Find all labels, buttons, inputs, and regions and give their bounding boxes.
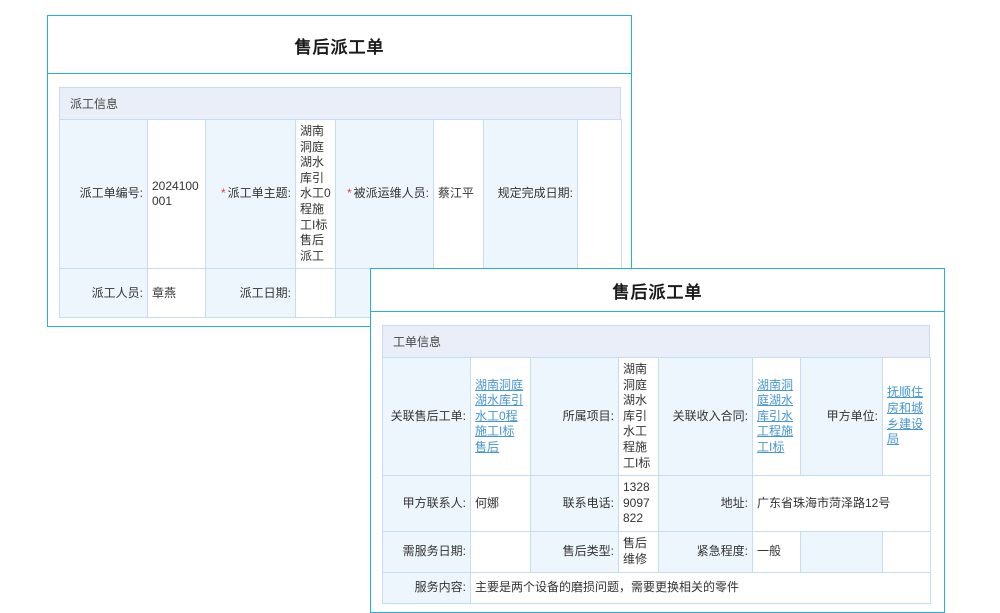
field-value-dispatcher: 章燕 — [148, 269, 206, 318]
field-label-urgency: 紧急程度: — [659, 531, 753, 572]
panel-title: 售后派工单 — [371, 269, 944, 312]
field-label-client-unit: 甲方单位: — [801, 358, 883, 476]
field-label-required-finish-date: 规定完成日期: — [484, 120, 578, 269]
table-row: 关联售后工单: 湖南洞庭湖水库引水工0程施工I标售后 所属项目: 湖南洞庭湖水库… — [383, 358, 931, 476]
panel-title: 售后派工单 — [48, 16, 631, 74]
field-value-assigned-staff: 蔡江平 — [434, 120, 484, 269]
field-value-related-service-order: 湖南洞庭湖水库引水工0程施工I标售后 — [471, 358, 531, 476]
field-label-related-service-order: 关联售后工单: — [383, 358, 471, 476]
section-header-dispatch-info: 派工信息 — [59, 87, 621, 120]
field-value-client-unit: 抚顺住房和城乡建设局 — [883, 358, 931, 476]
field-label-service-type: 售后类型: — [531, 531, 619, 572]
field-value-dispatch-date — [296, 269, 336, 318]
field-value-contact-phone: 13289097822 — [619, 476, 659, 532]
field-label-service-content: 服务内容: — [383, 572, 471, 603]
field-label-client-contact: 甲方联系人: — [383, 476, 471, 532]
field-label-empty — [801, 531, 883, 572]
field-label-project: 所属项目: — [531, 358, 619, 476]
section-header-workorder-info: 工单信息 — [382, 325, 930, 358]
page-root: { "colors": { "panel_border": "#27aee0",… — [0, 0, 1000, 600]
field-value-dispatch-no: 2024100001 — [148, 120, 206, 269]
field-value-service-date — [471, 531, 531, 572]
table-row: 服务内容: 主要是两个设备的磨损问题，需要更换相关的零件 — [383, 572, 931, 603]
field-value-urgency: 一般 — [753, 531, 801, 572]
field-label-assigned-staff: *被派运维人员: — [336, 120, 434, 269]
table-row: 甲方联系人: 何娜 联系电话: 13289097822 地址: 广东省珠海市菏泽… — [383, 476, 931, 532]
client-unit-link[interactable]: 抚顺住房和城乡建设局 — [887, 385, 923, 446]
field-value-client-contact: 何娜 — [471, 476, 531, 532]
field-value-required-finish-date — [578, 120, 622, 269]
required-mark: * — [347, 186, 352, 200]
panel-body: 工单信息 关联售后工单: 湖南洞庭湖水库引水工0程施工I标售后 所属项目: 湖南… — [371, 312, 944, 612]
field-label-related-income-contract: 关联收入合同: — [659, 358, 753, 476]
field-value-address: 广东省珠海市菏泽路12号 — [753, 476, 931, 532]
field-value-project: 湖南洞庭湖水库引水工程施工I标 — [619, 358, 659, 476]
related-income-contract-link[interactable]: 湖南洞庭湖水库引水工程施工I标 — [757, 378, 793, 454]
field-label-dispatch-date: 派工日期: — [206, 269, 296, 318]
workorder-info-table: 关联售后工单: 湖南洞庭湖水库引水工0程施工I标售后 所属项目: 湖南洞庭湖水库… — [382, 357, 931, 604]
field-value-service-content: 主要是两个设备的磨损问题，需要更换相关的零件 — [471, 572, 931, 603]
field-label-dispatcher: 派工人员: — [60, 269, 148, 318]
field-value-service-type: 售后维修 — [619, 531, 659, 572]
required-mark: * — [221, 186, 226, 200]
field-label-subject: *派工单主题: — [206, 120, 296, 269]
field-value-subject: 湖南洞庭湖水库引水工0程施工I标售后派工 — [296, 120, 336, 269]
front-workorder-panel: 售后派工单 工单信息 关联售后工单: 湖南洞庭湖水库引水工0程施工I标售后 所属… — [370, 268, 945, 613]
field-label-address: 地址: — [659, 476, 753, 532]
field-label-contact-phone: 联系电话: — [531, 476, 619, 532]
table-row: 需服务日期: 售后类型: 售后维修 紧急程度: 一般 — [383, 531, 931, 572]
field-label-service-date: 需服务日期: — [383, 531, 471, 572]
field-value-empty — [883, 531, 931, 572]
table-row: 派工单编号: 2024100001 *派工单主题: 湖南洞庭湖水库引水工0程施工… — [60, 120, 622, 269]
field-value-related-income-contract: 湖南洞庭湖水库引水工程施工I标 — [753, 358, 801, 476]
related-service-order-link[interactable]: 湖南洞庭湖水库引水工0程施工I标售后 — [475, 378, 523, 454]
field-label-dispatch-no: 派工单编号: — [60, 120, 148, 269]
